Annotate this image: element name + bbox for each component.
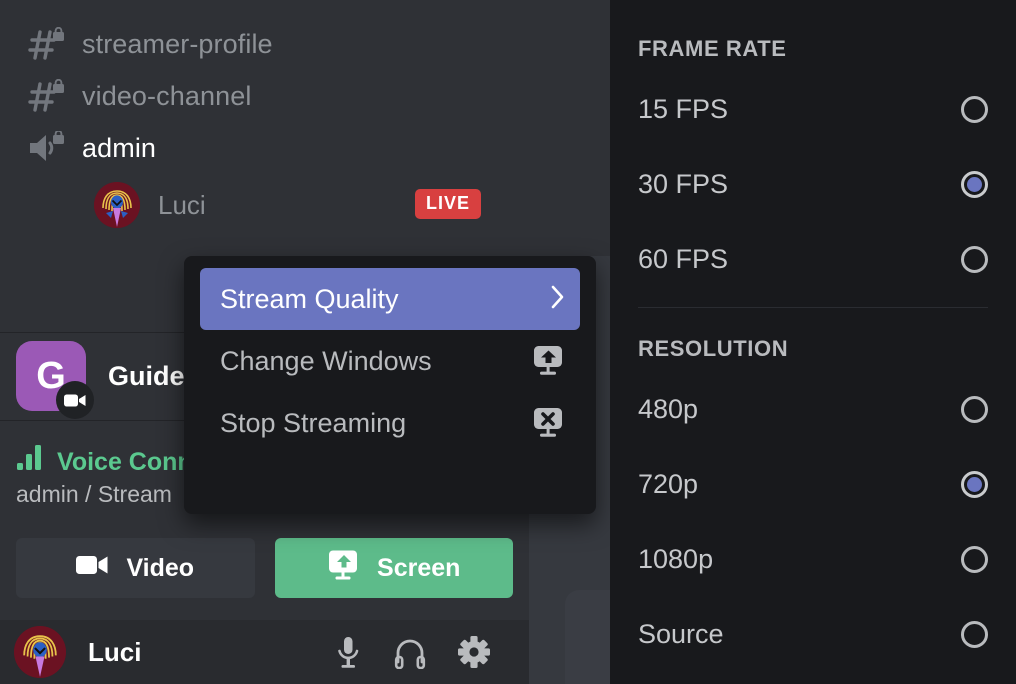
submenu-option-720p[interactable]: 720p — [638, 447, 988, 522]
lock-glyph — [53, 79, 64, 93]
lock-glyph — [53, 27, 64, 41]
voice-member-row[interactable]: Luci LIVE — [0, 174, 529, 236]
hash-lock-icon — [26, 27, 66, 61]
channel-list: streamer-profile video-channel admin Luc… — [0, 0, 529, 236]
sidebar-item-admin[interactable]: admin — [0, 122, 529, 174]
radio-button[interactable] — [961, 246, 988, 273]
stream-context-menu: Stream Quality Change Windows Stop Strea… — [184, 256, 596, 514]
sidebar-item-label: video-channel — [82, 80, 252, 111]
submenu-option-source[interactable]: Source — [638, 597, 988, 672]
submenu-option-label: 1080p — [638, 544, 714, 574]
microphone-icon[interactable] — [333, 635, 363, 669]
video-button[interactable]: Video — [16, 538, 255, 598]
speaker-lock-icon — [26, 131, 66, 165]
radio-button[interactable] — [961, 396, 988, 423]
voice-action-buttons: Video Screen — [0, 538, 529, 598]
radio-dot — [967, 477, 982, 492]
screen-share-icon — [530, 343, 566, 379]
radio-button[interactable] — [961, 546, 988, 573]
context-menu-item-stop-streaming[interactable]: Stop Streaming — [200, 392, 580, 454]
submenu-option-label: Source — [638, 619, 724, 649]
radio-button-selected[interactable] — [961, 171, 988, 198]
context-menu-item-label: Change Windows — [220, 345, 432, 376]
chevron-right-icon — [550, 284, 566, 314]
screen-stop-icon — [530, 405, 566, 441]
gear-icon[interactable] — [457, 635, 491, 669]
radio-button[interactable] — [961, 621, 988, 648]
submenu-option-label: 480p — [638, 394, 699, 424]
live-badge: LIVE — [415, 189, 482, 219]
context-menu-item-label: Stream Quality — [220, 283, 399, 314]
stream-quality-submenu: FRAME RATE 15 FPS 30 FPS 60 FPS RESOLUTI… — [610, 0, 1016, 684]
context-menu-item-stream-quality[interactable]: Stream Quality — [200, 268, 580, 330]
sidebar-item-video-channel[interactable]: video-channel — [0, 70, 529, 122]
video-camera-icon — [76, 554, 108, 583]
user-bar-username: Luci — [88, 636, 142, 667]
submenu-option-label: 60 FPS — [638, 244, 729, 274]
signal-bars-icon — [16, 442, 46, 475]
submenu-option-15fps[interactable]: 15 FPS — [638, 72, 988, 147]
submenu-option-60fps[interactable]: 60 FPS — [638, 222, 988, 297]
user-bar: Luci — [0, 620, 529, 684]
submenu-option-30fps[interactable]: 30 FPS — [638, 147, 988, 222]
avatar — [94, 182, 140, 228]
voice-member-name: Luci — [158, 189, 206, 220]
submenu-option-1080p[interactable]: 1080p — [638, 522, 988, 597]
submenu-section-heading: FRAME RATE — [638, 36, 787, 61]
background-gutter-top — [529, 0, 610, 256]
lock-glyph — [53, 131, 64, 144]
submenu-option-label: 30 FPS — [638, 169, 729, 199]
headphones-icon[interactable] — [393, 635, 427, 669]
user-bar-controls — [333, 635, 517, 669]
screen-share-icon — [327, 550, 359, 587]
video-button-label: Video — [126, 553, 195, 582]
screen-button[interactable]: Screen — [274, 538, 513, 598]
radio-button[interactable] — [961, 96, 988, 123]
app-root: streamer-profile video-channel admin Luc… — [0, 0, 1016, 684]
submenu-option-label: 15 FPS — [638, 94, 729, 124]
screen-button-label: Screen — [377, 553, 461, 582]
guild-icon: G — [16, 341, 94, 419]
radio-dot — [967, 177, 982, 192]
submenu-option-480p[interactable]: 480p — [638, 372, 988, 447]
video-camera-icon — [56, 381, 94, 419]
sidebar-item-label: admin — [82, 132, 157, 163]
sidebar-item-streamer-profile[interactable]: streamer-profile — [0, 18, 529, 70]
avatar[interactable] — [14, 626, 66, 678]
context-menu-item-label: Stop Streaming — [220, 407, 407, 438]
sidebar-item-label: streamer-profile — [82, 28, 273, 59]
context-menu-item-change-windows[interactable]: Change Windows — [200, 330, 580, 392]
radio-button-selected[interactable] — [961, 471, 988, 498]
submenu-section-heading: RESOLUTION — [638, 336, 789, 361]
submenu-option-label: 720p — [638, 469, 699, 499]
hash-lock-icon — [26, 79, 66, 113]
